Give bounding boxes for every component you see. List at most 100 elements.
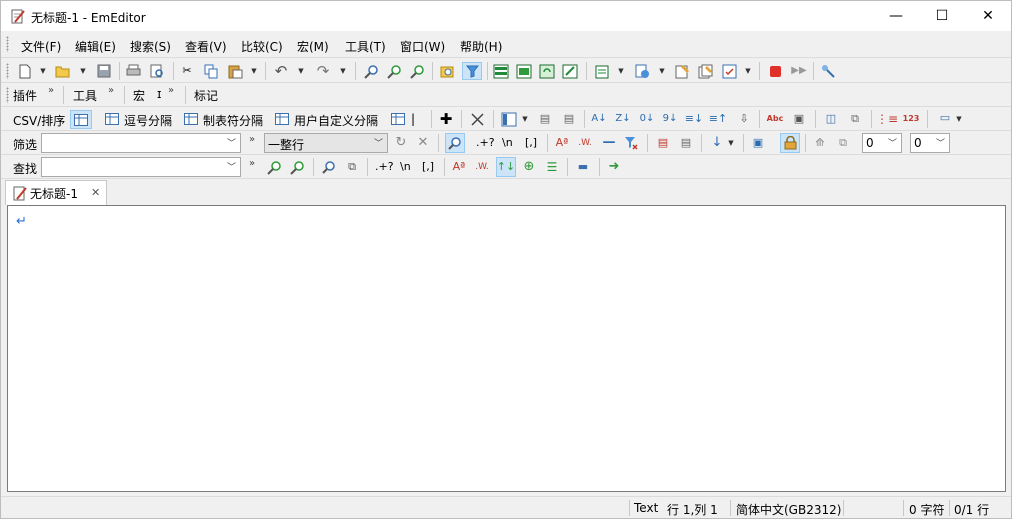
plugins-overflow-chevron[interactable]: » [48,85,54,96]
open-dropdown-icon[interactable]: ▼ [79,63,87,79]
menu-search[interactable]: 搜索(S) [130,38,171,55]
find-window-icon[interactable]: ▬ [575,159,591,175]
filter-bookmark-icon[interactable]: ▤ [655,135,671,151]
filter-input[interactable]: ﹀ [41,133,241,153]
find-previous-icon[interactable] [409,63,425,79]
filter-regex-button[interactable]: .+? [476,136,495,149]
macro-overflow-chevron[interactable]: » [168,85,174,96]
chevron-down-icon[interactable]: ﹀ [227,136,236,149]
menu-compare[interactable]: 比较(C) [241,38,283,55]
tools-toolbar-label[interactable]: 工具 [73,87,97,104]
plugin-tools-icon[interactable] [821,63,837,79]
paste-dropdown-icon[interactable]: ▼ [250,63,258,79]
filter-copy-icon[interactable]: ⧉ [835,135,851,151]
csv-normal-mode-icon[interactable] [70,110,92,129]
all-properties-icon[interactable] [697,63,713,79]
toolbar-grip[interactable] [6,63,9,79]
panel-layout-icon[interactable] [493,63,509,79]
run-macro-icon[interactable]: ▶▶ [790,63,808,79]
encoding-dropdown-icon[interactable]: ▼ [658,63,666,79]
user-defined-separator-button[interactable]: 用户自定义分隔 [294,112,378,129]
filter-newline-button[interactable]: \n [502,136,513,149]
columns-icon[interactable] [501,111,517,127]
filter-extract-icon[interactable]: ▤ [678,135,694,151]
spell-check-settings-icon[interactable]: ▣ [791,111,807,127]
redo-icon[interactable]: ↷ [315,63,331,79]
refresh-filter-icon[interactable]: ↻ [393,135,409,151]
close-button[interactable]: ✕ [965,1,1011,31]
go-arrow-icon[interactable]: ➜ [606,159,622,175]
column-width-icon[interactable]: ▤ [537,111,553,127]
sort-length-asc-icon[interactable]: ≡↓ [685,111,703,127]
sort-length-desc-icon[interactable]: ≡↑ [709,111,727,127]
ruler-dropdown-icon[interactable]: ▼ [955,111,963,127]
numbered-list-icon[interactable]: ⋮≡ [876,111,898,127]
save-icon[interactable] [96,63,112,79]
title-bar[interactable]: 无标题-1 - EmEditor — ☐ ✕ [1,1,1011,31]
column-header-icon[interactable]: ▤ [561,111,577,127]
menu-view[interactable]: 查看(V) [185,38,227,55]
find-next-icon[interactable] [266,159,282,175]
sync-scroll-icon[interactable]: ⧉ [847,111,863,127]
find-next-icon[interactable] [386,63,402,79]
print-preview-icon[interactable] [149,63,165,79]
markers-toolbar-label[interactable]: 标记 [194,87,218,104]
pipe-table-icon[interactable] [390,111,406,127]
tools-overflow-chevron[interactable]: » [108,85,114,96]
tab-separated-button[interactable]: 制表符分隔 [203,112,263,129]
new-file-icon[interactable] [17,63,33,79]
reverse-sort-icon[interactable]: ⇩ [736,111,752,127]
menu-edit[interactable]: 编辑(E) [75,38,116,55]
filter-before-lines-select[interactable]: 0 ﹀ [862,133,902,153]
filter-direction-icon[interactable]: ↓ [709,135,725,151]
status-encoding[interactable]: 简体中文(GB2312) [736,501,841,518]
encoding-icon[interactable] [634,63,650,79]
menu-help[interactable]: 帮助(H) [460,38,502,55]
whole-word-icon[interactable]: .W. [577,135,593,151]
redo-dropdown-icon[interactable]: ▼ [339,63,347,79]
minimize-button[interactable]: — [873,1,919,31]
filter-after-lines-select[interactable]: 0 ﹀ [910,133,950,153]
clear-filter-icon[interactable]: ✕ [415,135,431,151]
customize-icon[interactable] [721,63,737,79]
menu-file[interactable]: 文件(F) [21,38,61,55]
chevron-down-icon[interactable]: ﹀ [936,136,945,149]
tab-table-icon[interactable] [183,111,199,127]
filter-direction-dropdown-icon[interactable]: ▼ [727,135,735,151]
filter-toggle-icon[interactable] [462,62,482,80]
paste-icon[interactable] [227,63,243,79]
wrap-search-icon[interactable]: ↑↓ [496,157,516,177]
menu-tools[interactable]: 工具(T) [345,38,386,55]
filter-bracket-button[interactable]: [,] [525,136,537,149]
find-previous-icon[interactable] [289,159,305,175]
match-case-icon[interactable]: Aª [451,159,467,175]
filter-overflow-chevron[interactable]: » [249,134,255,145]
sort-a-z-icon[interactable]: A↓ [591,111,607,127]
add-column-icon[interactable]: ✚ [438,111,454,127]
lock-filter-icon[interactable] [780,133,800,153]
filter-history-icon[interactable]: ⟰ [812,135,828,151]
sort-z-a-icon[interactable]: Z↓ [615,111,631,127]
undo-icon[interactable]: ↶ [273,63,289,79]
columns-dropdown-icon[interactable]: ▼ [521,111,529,127]
filter-window-icon[interactable]: ▣ [750,135,766,151]
toolbar-grip[interactable] [6,36,9,52]
cut-icon[interactable]: ✂ [179,63,195,79]
properties-icon[interactable] [674,63,690,79]
comma-table-icon[interactable] [104,111,120,127]
find-overflow-chevron[interactable]: » [249,158,255,169]
line-numbers-icon[interactable]: 123 [903,111,920,127]
maximize-button[interactable]: ☐ [919,1,965,31]
open-folder-icon[interactable] [55,63,71,79]
chevron-down-icon[interactable]: ﹀ [374,136,383,149]
stop-macro-icon[interactable] [767,63,783,79]
status-mode[interactable]: Text [634,501,658,515]
menu-macro[interactable]: 宏(M) [297,38,329,55]
window-edit-icon[interactable] [562,63,578,79]
find-copy-icon[interactable]: ⧉ [344,159,360,175]
text-editor-area[interactable]: ↵ [7,205,1006,492]
close-tab-icon[interactable]: ✕ [91,186,100,199]
comma-separated-button[interactable]: 逗号分隔 [124,112,172,129]
customize-dropdown-icon[interactable]: ▼ [744,63,752,79]
refresh-window-icon[interactable] [539,63,555,79]
